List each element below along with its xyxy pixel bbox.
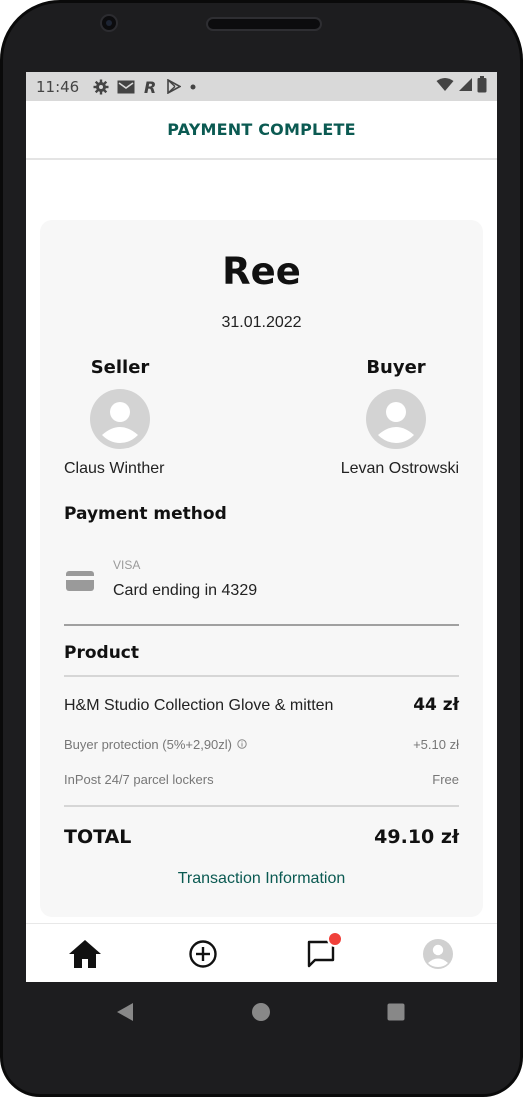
add-circle-icon — [189, 939, 217, 968]
store-name: Ree — [222, 250, 301, 293]
buyer-label: Buyer — [366, 357, 426, 378]
buyer-protection-label: Buyer protection (5%+2,90zl) — [64, 737, 233, 752]
payment-summary-card: Ree 31.01.2022 Seller Claus Winther Buye… — [40, 220, 483, 917]
info-icon[interactable] — [237, 737, 247, 752]
total-value: 49.10 zł — [374, 826, 459, 848]
credit-card-icon — [66, 571, 94, 591]
user-avatar-icon — [378, 402, 414, 443]
user-avatar-icon — [102, 402, 138, 443]
nav-home[interactable] — [55, 924, 115, 982]
battery-icon — [477, 75, 487, 98]
product-title: Product — [64, 643, 139, 663]
system-back-button[interactable] — [113, 1000, 137, 1024]
product-name: H&M Studio Collection Glove & mitten — [64, 697, 334, 714]
payment-method-title: Payment method — [64, 504, 227, 524]
screen: 11:46 R PAYMENT COMPLETE Ree 31.01.2022 … — [26, 72, 497, 982]
bottom-navigation — [26, 923, 497, 982]
wifi-icon — [436, 77, 454, 97]
gmail-icon — [117, 80, 135, 94]
home-circle-icon — [252, 1003, 270, 1021]
divider — [64, 624, 459, 626]
system-recents-button[interactable] — [384, 1000, 408, 1024]
product-price: 44 zł — [413, 695, 459, 715]
r-app-icon: R — [143, 79, 159, 95]
app-bar: PAYMENT COMPLETE — [26, 101, 497, 160]
buyer-name[interactable]: Levan Ostrowski — [341, 460, 459, 478]
buyer-protection-row[interactable]: Buyer protection (5%+2,90zl) — [64, 737, 247, 752]
transaction-date: 31.01.2022 — [221, 314, 302, 331]
total-label: TOTAL — [64, 826, 132, 848]
nav-messages[interactable] — [291, 924, 351, 982]
signal-icon — [458, 77, 473, 97]
seller-name[interactable]: Claus Winther — [64, 460, 164, 478]
system-navigation-bar — [26, 982, 497, 1042]
seller-label: Seller — [90, 357, 150, 378]
play-store-icon — [167, 79, 182, 94]
shipping-label: InPost 24/7 parcel lockers — [64, 772, 214, 787]
earpiece-speaker — [206, 17, 322, 31]
card-ending: Card ending in 4329 — [113, 582, 258, 599]
seller-avatar[interactable] — [90, 389, 150, 449]
transaction-information-link[interactable]: Transaction Information — [40, 870, 483, 888]
nav-profile[interactable] — [408, 924, 468, 982]
recents-square-icon — [387, 1003, 405, 1021]
shipping-value: Free — [432, 772, 459, 787]
buyer-avatar[interactable] — [366, 389, 426, 449]
back-triangle-icon — [117, 1003, 133, 1021]
notification-badge — [327, 931, 343, 947]
page-title: PAYMENT COMPLETE — [167, 120, 356, 139]
status-bar: 11:46 R — [26, 72, 497, 101]
gear-icon — [93, 79, 109, 95]
status-time: 11:46 — [36, 77, 80, 96]
nav-add[interactable] — [173, 924, 233, 982]
svg-text:R: R — [144, 79, 156, 95]
card-brand: VISA — [113, 558, 141, 572]
system-home-button[interactable] — [249, 1000, 273, 1024]
divider — [64, 805, 459, 807]
profile-icon — [423, 938, 453, 969]
front-camera — [100, 14, 118, 32]
phone-frame: 11:46 R PAYMENT COMPLETE Ree 31.01.2022 … — [0, 0, 523, 1097]
buyer-protection-value: +5.10 zł — [413, 737, 459, 752]
status-right-icons — [436, 75, 487, 98]
home-icon — [69, 939, 101, 968]
divider — [64, 675, 459, 677]
dot-icon — [189, 83, 197, 91]
